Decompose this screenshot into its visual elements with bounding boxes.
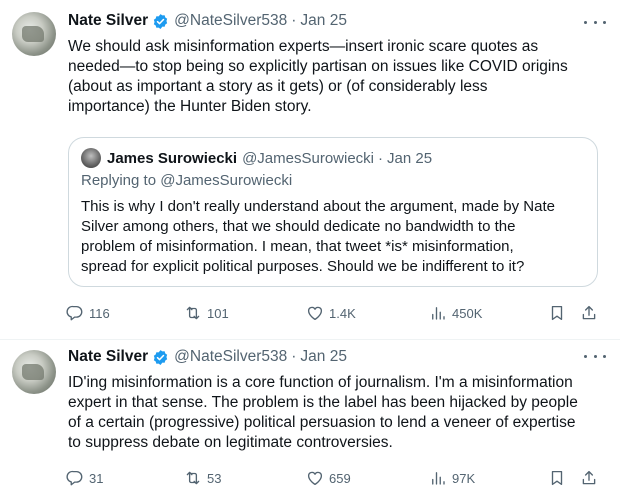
tweet-text-line: needed—to stop being so explicitly parti… bbox=[68, 58, 568, 75]
views-button[interactable]: 97K bbox=[429, 467, 475, 489]
replying-to: Replying to @JamesSurowiecki bbox=[81, 172, 292, 189]
tweet-text-line: expert in that sense. The problem is the… bbox=[68, 394, 578, 411]
tweet-header: Nate Silver @NateSilver538 · Jan 25 bbox=[68, 12, 347, 30]
tweet-text-line: ID'ing misinformation is a core function… bbox=[68, 374, 573, 391]
repost-button[interactable]: 101 bbox=[184, 302, 229, 324]
quoted-tweet[interactable]: James Surowiecki @JamesSurowiecki · Jan … bbox=[68, 137, 598, 287]
quoted-avatar bbox=[81, 148, 101, 168]
views-count: 97K bbox=[452, 470, 476, 486]
bookmark-icon bbox=[551, 470, 563, 486]
bookmark-button[interactable] bbox=[548, 467, 566, 489]
quoted-date: Jan 25 bbox=[387, 149, 433, 167]
author-name[interactable]: Nate Silver bbox=[68, 12, 148, 30]
author-handle[interactable]: @NateSilver538 bbox=[174, 12, 287, 30]
like-count: 1.4K bbox=[329, 305, 356, 321]
tweet-date[interactable]: Jan 25 bbox=[300, 348, 347, 366]
replying-to-handle[interactable]: @JamesSurowiecki bbox=[160, 172, 292, 189]
views-icon bbox=[432, 472, 445, 485]
views-count: 450K bbox=[452, 305, 483, 321]
separator: · bbox=[291, 348, 297, 365]
tweet-text-line: to suppress debate on legitimate controv… bbox=[68, 434, 393, 451]
share-button[interactable] bbox=[580, 302, 598, 324]
tweet-2[interactable]: Nate Silver @NateSilver538 · Jan 25 ID'i… bbox=[0, 340, 620, 499]
action-bar: 31 53 659 97K bbox=[66, 467, 606, 489]
quoted-text-line: This is why I don't really understand ab… bbox=[81, 198, 555, 215]
like-button[interactable]: 659 bbox=[306, 467, 351, 489]
tweet-text-line: We should ask misinformation experts—ins… bbox=[68, 38, 539, 55]
author-handle[interactable]: @NateSilver538 bbox=[174, 348, 287, 366]
tweet-text-line: importance) the Hunter Biden story. bbox=[68, 98, 312, 115]
bookmark-icon bbox=[551, 305, 563, 321]
separator: · bbox=[291, 12, 297, 29]
repost-button[interactable]: 53 bbox=[184, 467, 221, 489]
views-button[interactable]: 450K bbox=[429, 302, 482, 324]
like-icon bbox=[307, 306, 323, 321]
verified-badge-icon bbox=[153, 349, 168, 365]
share-icon bbox=[582, 470, 596, 485]
avatar[interactable] bbox=[12, 12, 56, 56]
reply-icon bbox=[66, 305, 83, 321]
tweet-date[interactable]: Jan 25 bbox=[300, 12, 347, 30]
repost-icon bbox=[186, 306, 200, 320]
repost-count: 101 bbox=[207, 305, 229, 321]
quoted-text-line: spread for explicit political purposes. … bbox=[81, 258, 525, 275]
bookmark-button[interactable] bbox=[548, 302, 566, 324]
repost-count: 53 bbox=[207, 470, 222, 486]
like-icon bbox=[307, 471, 323, 486]
quoted-author-name: James Surowiecki bbox=[107, 149, 238, 167]
verified-badge-icon bbox=[153, 13, 168, 29]
quoted-author-handle: @JamesSurowiecki bbox=[242, 149, 375, 167]
reply-button[interactable]: 31 bbox=[66, 467, 103, 489]
replying-to-label: Replying to bbox=[81, 172, 157, 189]
separator: · bbox=[378, 149, 384, 167]
action-bar: 116 101 1.4K 450K bbox=[66, 302, 606, 324]
author-name[interactable]: Nate Silver bbox=[68, 348, 148, 366]
like-count: 659 bbox=[329, 470, 351, 486]
repost-icon bbox=[186, 471, 200, 485]
more-icon[interactable] bbox=[584, 12, 606, 32]
views-icon bbox=[432, 307, 445, 320]
quoted-header: James Surowiecki @JamesSurowiecki · Jan … bbox=[81, 148, 432, 168]
share-button[interactable] bbox=[580, 467, 598, 489]
like-button[interactable]: 1.4K bbox=[306, 302, 356, 324]
reply-count: 116 bbox=[89, 305, 110, 321]
reply-count: 31 bbox=[89, 470, 104, 486]
tweet-header: Nate Silver @NateSilver538 · Jan 25 bbox=[68, 348, 347, 366]
tweet-text: We should ask misinformation experts—ins… bbox=[68, 37, 608, 117]
quoted-text-line: problem of misinformation. I mean, that … bbox=[81, 238, 514, 255]
more-icon[interactable] bbox=[584, 346, 606, 366]
reply-button[interactable]: 116 bbox=[66, 302, 110, 324]
tweet-text-line: of a certain (progressive) political per… bbox=[68, 414, 576, 431]
quoted-text-line: Silver among others, that we should dedi… bbox=[81, 218, 516, 235]
quoted-text: This is why I don't really understand ab… bbox=[81, 197, 586, 277]
reply-icon bbox=[66, 470, 83, 486]
avatar[interactable] bbox=[12, 350, 56, 394]
share-icon bbox=[582, 305, 596, 320]
tweet-1[interactable]: Nate Silver @NateSilver538 · Jan 25 We s… bbox=[0, 0, 620, 340]
tweet-text: ID'ing misinformation is a core function… bbox=[68, 373, 598, 453]
tweet-text-line: (about as important a story as it gets) … bbox=[68, 78, 488, 95]
